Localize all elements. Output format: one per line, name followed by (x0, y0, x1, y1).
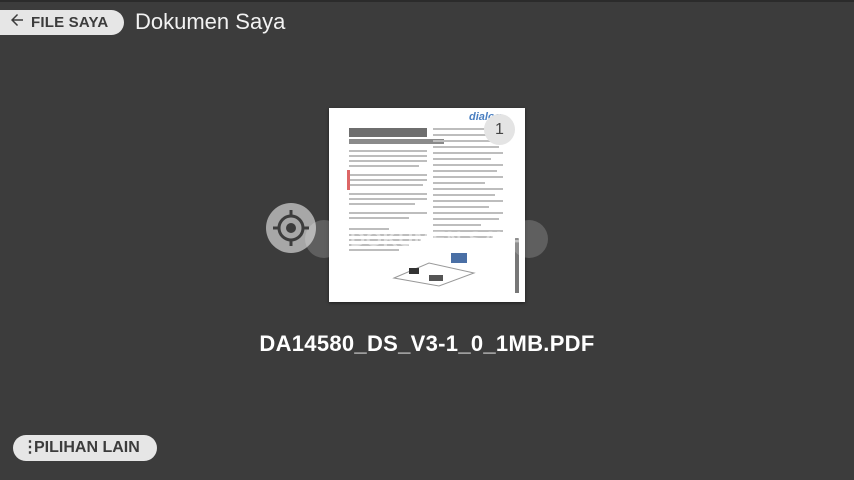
thumb-heading (349, 128, 427, 137)
arrow-left-icon (8, 11, 26, 34)
thumb-subheading (349, 139, 444, 144)
more-vertical-icon: ⋮ (22, 439, 38, 456)
top-edge (0, 0, 854, 2)
page-number-badge: 1 (484, 114, 515, 145)
thumb-diagram (392, 253, 476, 287)
more-options-button[interactable]: ⋮ PILIHAN LAIN (13, 435, 157, 461)
more-options-label: PILIHAN LAIN (34, 439, 140, 456)
target-icon (266, 203, 316, 253)
document-filename: DA14580_DS_V3-1_0_1MB.PDF (259, 331, 595, 356)
back-button[interactable]: FILE SAYA (0, 10, 124, 35)
page-title: Dokumen Saya (135, 9, 286, 34)
watermark-text: DOKUMEN SAYA (350, 228, 525, 251)
back-label: FILE SAYA (31, 14, 109, 31)
